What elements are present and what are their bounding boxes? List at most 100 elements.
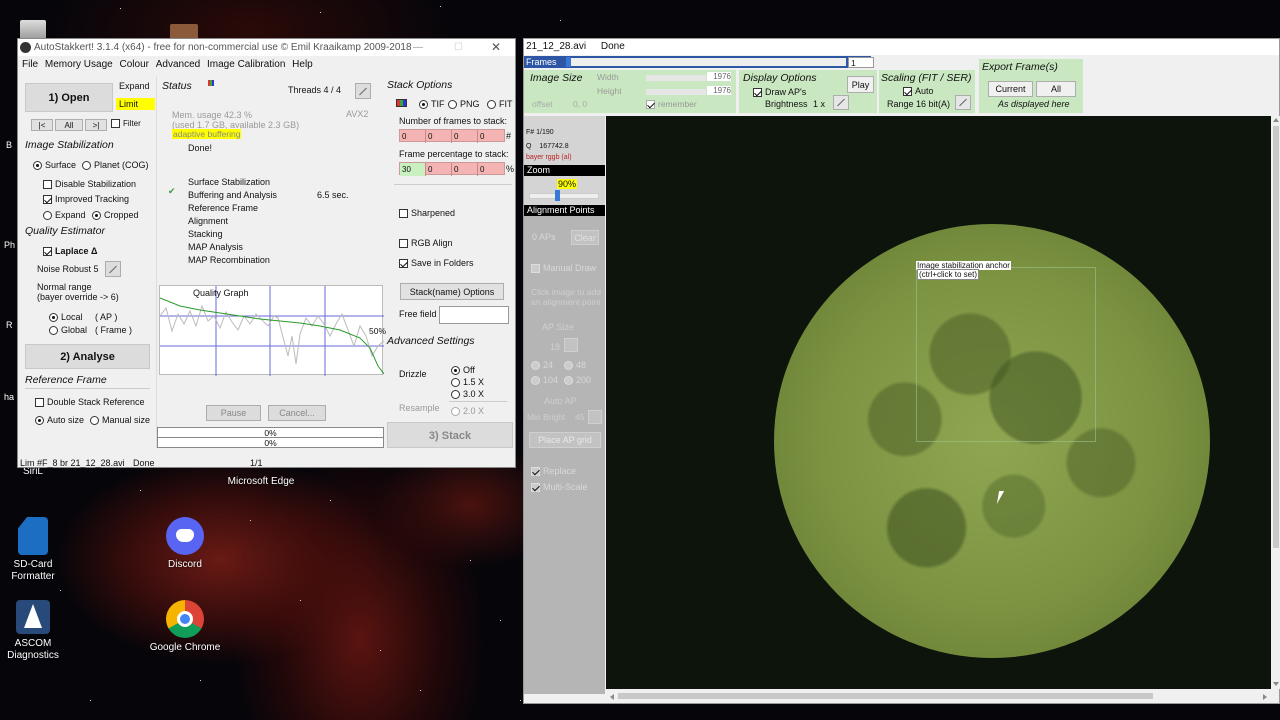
menu-help[interactable]: Help bbox=[292, 59, 313, 70]
stack-button[interactable]: 3) Stack bbox=[387, 422, 513, 448]
menu-colour[interactable]: Colour bbox=[120, 59, 149, 70]
menu-calibration[interactable]: Image Calibration bbox=[207, 59, 285, 70]
nframes-inputs[interactable]: 0 0 0 0 bbox=[399, 129, 505, 143]
maximize-icon[interactable]: ☐ bbox=[454, 39, 463, 56]
ap-size-24[interactable]: 24 bbox=[531, 360, 553, 371]
export-current-button[interactable]: Current bbox=[988, 81, 1033, 97]
expand-radio[interactable]: Expand bbox=[43, 210, 86, 221]
close-icon[interactable]: ✕ bbox=[491, 39, 501, 56]
minimize-icon[interactable]: — bbox=[413, 39, 423, 56]
fit-radio[interactable]: FIT bbox=[487, 99, 513, 110]
width-value[interactable]: 1976 bbox=[707, 72, 731, 81]
analyse-button[interactable]: 2) Analyse bbox=[25, 344, 150, 369]
last-frame-button[interactable]: >| bbox=[85, 119, 107, 131]
recycle-bin-icon[interactable] bbox=[20, 20, 46, 40]
vertical-scroll-thumb[interactable] bbox=[1273, 126, 1279, 548]
pct-3[interactable]: 0 bbox=[452, 163, 478, 176]
desktop-icon-discord[interactable]: Discord bbox=[145, 517, 225, 571]
frame-number-input[interactable]: 1 bbox=[848, 57, 874, 68]
pct-2[interactable]: 0 bbox=[426, 163, 452, 176]
desktop-icon-edge[interactable]: Microsoft Edge bbox=[221, 476, 301, 488]
play-button[interactable]: Play bbox=[847, 76, 874, 93]
scroll-right-icon[interactable] bbox=[1263, 694, 1267, 700]
scroll-down-icon[interactable] bbox=[1273, 682, 1279, 686]
replace-checkbox[interactable]: Replace bbox=[531, 466, 576, 477]
cancel-button[interactable]: Cancel... bbox=[268, 405, 326, 421]
menu-memory[interactable]: Memory Usage bbox=[45, 59, 113, 70]
pause-button[interactable]: Pause bbox=[206, 405, 261, 421]
pct-4[interactable]: 0 bbox=[478, 163, 504, 176]
free-field-input[interactable] bbox=[439, 306, 509, 324]
all-frames-button[interactable]: All bbox=[55, 119, 83, 131]
multiscale-checkbox[interactable]: Multi-Scale bbox=[531, 482, 588, 493]
scroll-up-icon[interactable] bbox=[1273, 118, 1279, 122]
horizontal-scrollbar[interactable] bbox=[606, 689, 1271, 703]
desktop-icon-ascom[interactable]: ASCOM Diagnostics bbox=[0, 600, 73, 662]
width-slider[interactable] bbox=[646, 75, 706, 81]
planet-radio[interactable]: Planet (COG) bbox=[82, 160, 149, 171]
filter-checkbox[interactable]: Filter bbox=[111, 119, 141, 129]
auto-size-radio[interactable]: Auto size bbox=[35, 415, 84, 426]
horizontal-scroll-thumb[interactable] bbox=[618, 693, 1153, 699]
nframes-3[interactable]: 0 bbox=[452, 130, 478, 143]
ap-size-200[interactable]: 200 bbox=[564, 375, 591, 386]
export-all-button[interactable]: All bbox=[1036, 81, 1076, 97]
min-bright-stepper[interactable] bbox=[588, 410, 602, 424]
drizzle-15-radio[interactable]: 1.5 X bbox=[451, 377, 484, 388]
global-radio[interactable]: Global bbox=[49, 325, 87, 336]
save-folders-checkbox[interactable]: Save in Folders bbox=[399, 258, 474, 269]
nframes-4[interactable]: 0 bbox=[478, 130, 504, 143]
resample-20-radio[interactable]: 2.0 X bbox=[451, 406, 484, 417]
draw-aps-checkbox[interactable]: Draw AP's bbox=[753, 87, 806, 98]
improved-tracking-checkbox[interactable]: Improved Tracking bbox=[43, 194, 129, 205]
nframes-1[interactable]: 0 bbox=[400, 130, 426, 143]
remember-checkbox[interactable]: remember bbox=[646, 99, 697, 110]
pct-1[interactable]: 30 bbox=[400, 163, 426, 176]
zoom-slider-thumb[interactable] bbox=[555, 190, 560, 201]
laplace-checkbox[interactable]: Laplace Δ bbox=[43, 246, 98, 257]
manual-draw-checkbox[interactable]: Manual Draw bbox=[531, 263, 596, 274]
desktop-icon-sdcard[interactable]: SD-Card Formatter bbox=[0, 517, 73, 583]
rgb-align-checkbox[interactable]: RGB Align bbox=[399, 238, 453, 249]
surface-radio[interactable]: Surface bbox=[33, 160, 76, 171]
menu-file[interactable]: File bbox=[22, 59, 38, 70]
scaling-auto-checkbox[interactable]: Auto bbox=[903, 86, 934, 97]
local-radio[interactable]: Local bbox=[49, 312, 83, 323]
range-stepper[interactable] bbox=[955, 95, 971, 110]
color-palette-icon[interactable] bbox=[208, 80, 214, 86]
brightness-stepper[interactable] bbox=[833, 95, 849, 110]
cropped-radio[interactable]: Cropped bbox=[92, 210, 139, 221]
manual-size-radio[interactable]: Manual size bbox=[90, 415, 150, 426]
ap-size-104[interactable]: 104 bbox=[531, 375, 558, 386]
disable-stabilization-checkbox[interactable]: Disable Stabilization bbox=[43, 179, 136, 190]
limit-badge[interactable]: Limit bbox=[116, 98, 155, 110]
stabilization-anchor-box[interactable] bbox=[916, 267, 1096, 442]
height-slider[interactable] bbox=[646, 89, 706, 95]
ap-size-stepper[interactable] bbox=[564, 338, 578, 352]
expand-label[interactable]: Expand bbox=[119, 81, 150, 91]
height-value[interactable]: 1976 bbox=[707, 86, 731, 95]
zoom-slider-track[interactable] bbox=[529, 193, 599, 199]
sharpened-checkbox[interactable]: Sharpened bbox=[399, 208, 455, 219]
open-button[interactable]: 1) Open bbox=[25, 83, 113, 112]
vertical-scrollbar[interactable] bbox=[1271, 116, 1280, 689]
tif-radio[interactable]: TIF bbox=[419, 99, 445, 110]
desktop-icon-chrome[interactable]: Google Chrome bbox=[145, 600, 225, 654]
drizzle-off-radio[interactable]: Off bbox=[451, 365, 475, 376]
stackname-options-button[interactable]: Stack(name) Options bbox=[400, 283, 504, 300]
first-frame-button[interactable]: |< bbox=[31, 119, 53, 131]
png-radio[interactable]: PNG bbox=[448, 99, 480, 110]
noise-robust-stepper[interactable] bbox=[105, 261, 121, 277]
threads-stepper[interactable] bbox=[355, 83, 371, 99]
drizzle-30-radio[interactable]: 3.0 X bbox=[451, 389, 484, 400]
pct-inputs[interactable]: 30 0 0 0 bbox=[399, 162, 505, 176]
place-ap-grid-button[interactable]: Place AP grid bbox=[529, 432, 601, 448]
ap-size-48[interactable]: 48 bbox=[564, 360, 586, 371]
double-stack-checkbox[interactable]: Double Stack Reference bbox=[35, 397, 145, 408]
frames-slider-thumb[interactable] bbox=[566, 57, 571, 67]
menu-advanced[interactable]: Advanced bbox=[156, 59, 200, 70]
nframes-2[interactable]: 0 bbox=[426, 130, 452, 143]
scroll-left-icon[interactable] bbox=[610, 694, 614, 700]
image-canvas[interactable]: Image stabilization anchor (ctrl+click t… bbox=[606, 116, 1271, 689]
ap-clear-button[interactable]: Clear bbox=[571, 230, 599, 245]
